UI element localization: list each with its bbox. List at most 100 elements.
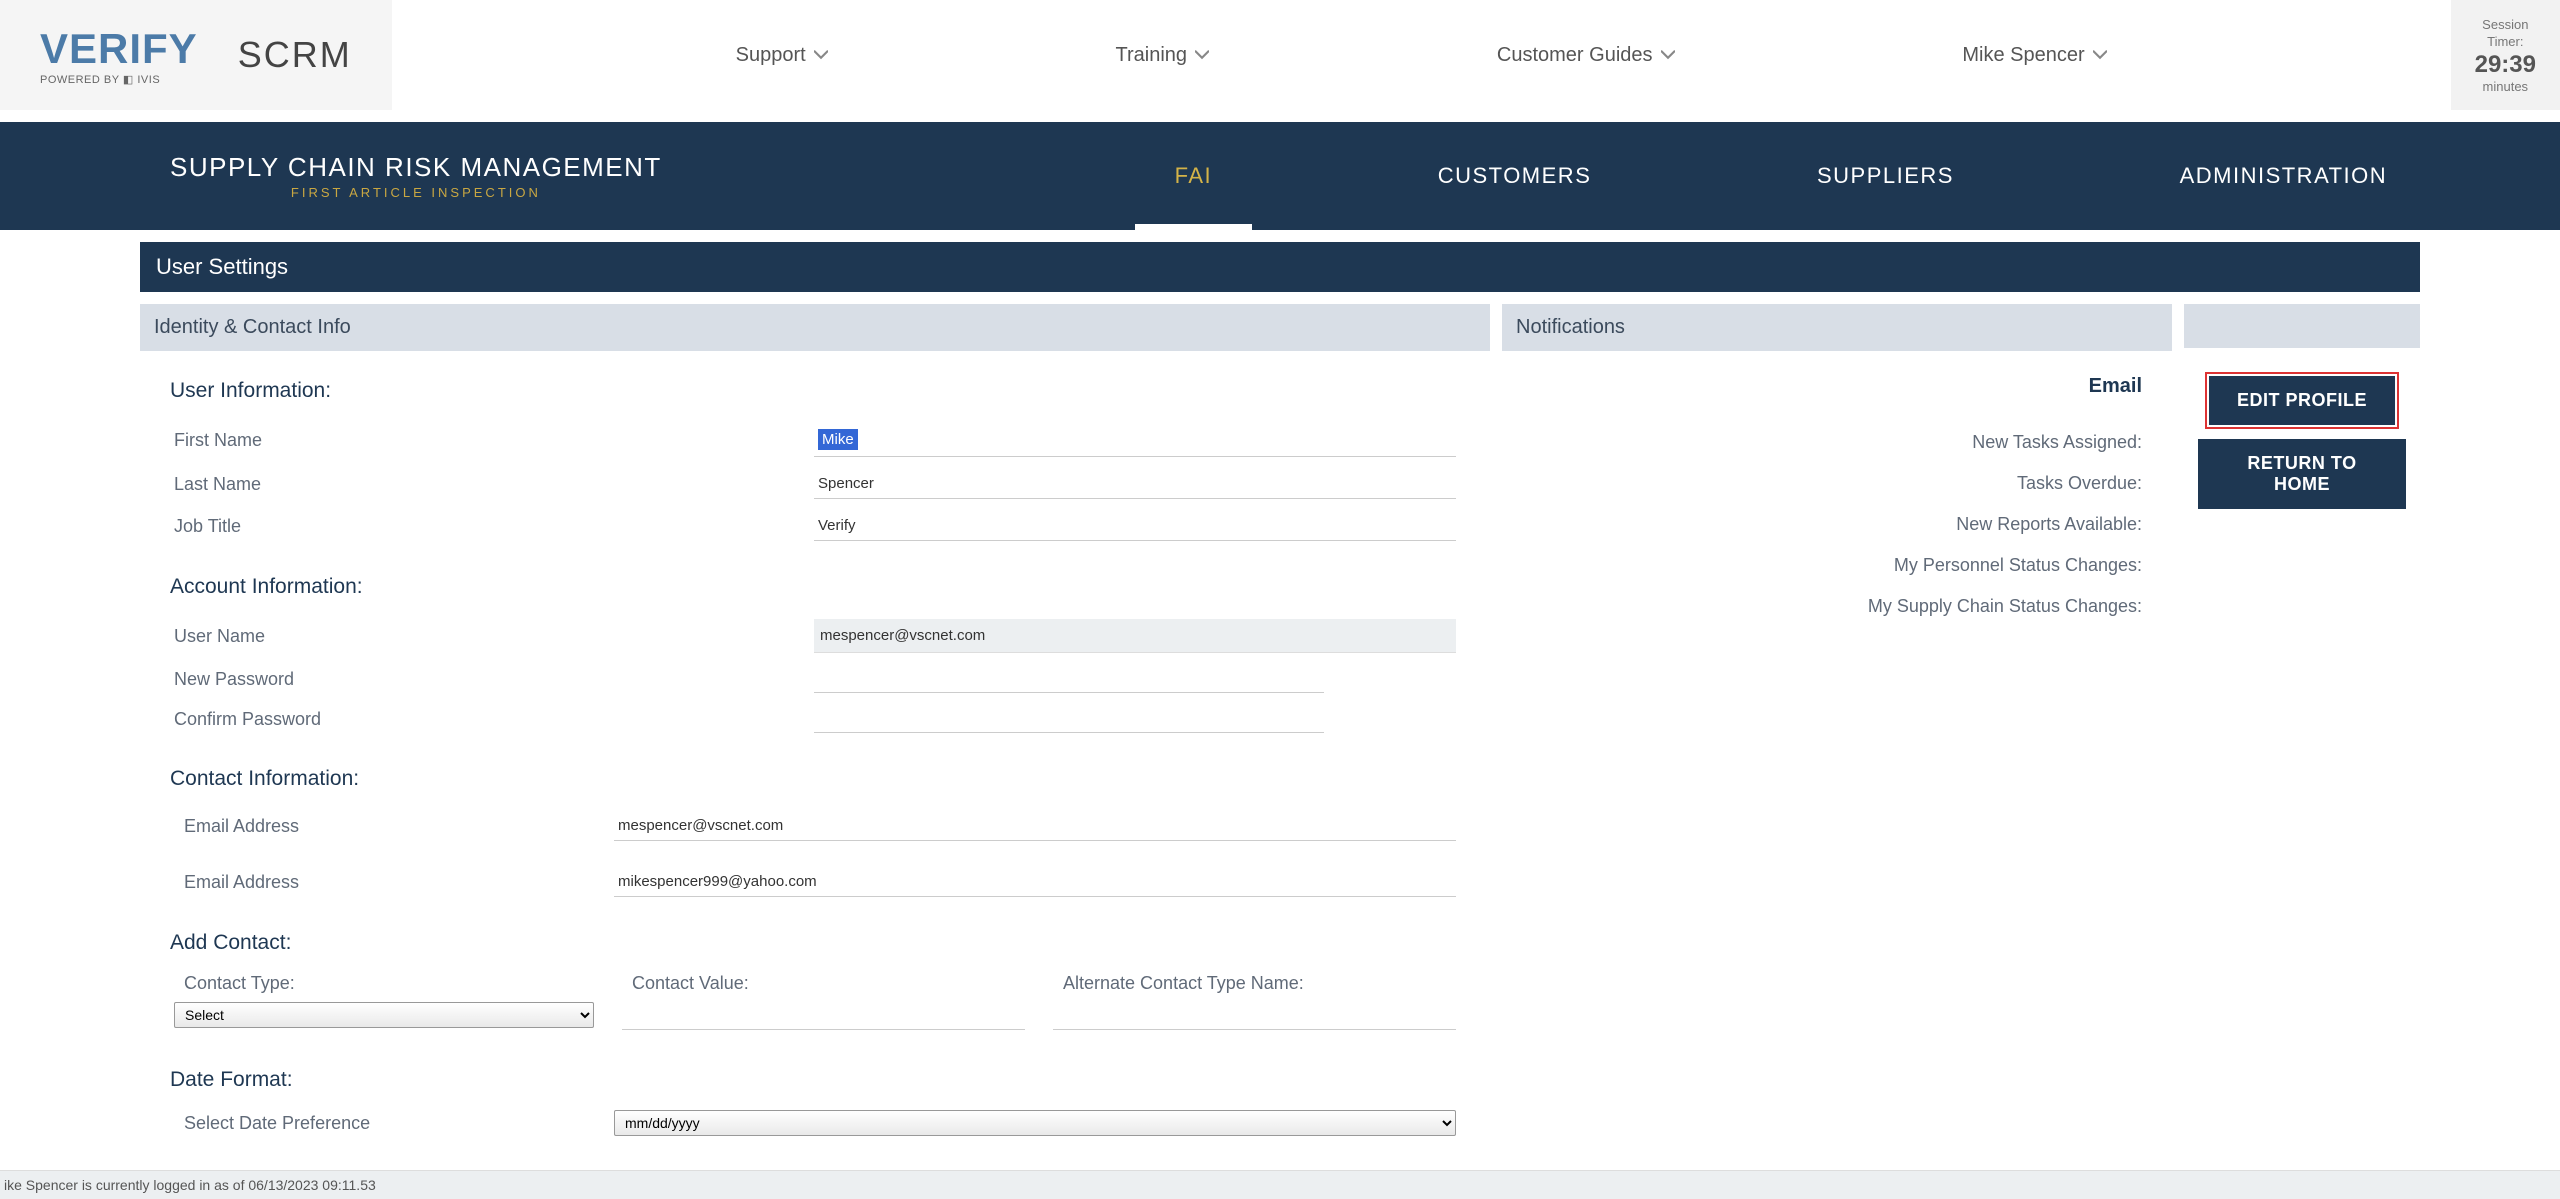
top-header: VERIFY POWERED BY ◧ IVIS SCRM Support Tr… <box>0 0 2560 110</box>
nav-user[interactable]: Mike Spencer <box>1962 44 2106 67</box>
notif-personnel: My Personnel Status Changes: <box>1526 545 2148 586</box>
app-title: SUPPLY CHAIN RISK MANAGEMENT <box>170 152 662 183</box>
username-label: User Name <box>174 626 814 647</box>
email1-label: Email Address <box>174 816 614 837</box>
first-name-value: Mike <box>818 429 858 450</box>
tab-administration-label: ADMINISTRATION <box>2180 163 2388 189</box>
identity-header: Identity & Contact Info <box>140 304 1490 351</box>
contact-type-label: Contact Type: <box>174 973 594 994</box>
email1-field[interactable]: mespencer@vscnet.com <box>614 811 1456 841</box>
page-title: User Settings <box>140 242 2420 292</box>
nav-training[interactable]: Training <box>1116 44 1210 67</box>
last-name-label: Last Name <box>174 474 814 495</box>
session-time: 29:39 <box>2475 51 2536 79</box>
notif-supply: My Supply Chain Status Changes: <box>1526 586 2148 627</box>
username-field: mespencer@vscnet.com <box>814 619 1456 653</box>
blue-nav-items: FAI CUSTOMERS SUPPLIERS ADMINISTRATION <box>1062 122 2500 230</box>
session-label-1: Session <box>2475 17 2536 32</box>
contact-value-field[interactable] <box>622 1002 1025 1030</box>
row-email2: Email Address mikespencer999@yahoo.com <box>140 861 1490 903</box>
last-name-field[interactable]: Spencer <box>814 469 1456 499</box>
add-contact-heading: Add Contact: <box>140 903 1490 969</box>
session-timer: Session Timer: 29:39 minutes <box>2451 0 2560 110</box>
alt-contact-field[interactable] <box>1053 1002 1456 1030</box>
notif-body: Email New Tasks Assigned: Tasks Overdue:… <box>1502 351 2172 651</box>
nav-support-label: Support <box>736 44 806 67</box>
row-last-name: Last Name Spencer <box>140 463 1490 505</box>
row-username: User Name mespencer@vscnet.com <box>140 613 1490 659</box>
date-pref-select[interactable]: mm/dd/yyyy <box>614 1110 1456 1136</box>
action-box: EDIT PROFILE RETURN TO HOME <box>2184 348 2420 537</box>
account-info-heading: Account Information: <box>140 547 1490 613</box>
date-format-heading: Date Format: <box>140 1040 1490 1106</box>
newpass-field[interactable] <box>814 665 1324 693</box>
app-subtitle: FIRST ARTICLE INSPECTION <box>170 185 662 200</box>
edit-profile-button[interactable]: EDIT PROFILE <box>2209 376 2395 425</box>
scrm-text: SCRM <box>238 34 352 76</box>
notif-new-tasks: New Tasks Assigned: <box>1526 422 2148 463</box>
logo-block: VERIFY POWERED BY ◧ IVIS SCRM <box>0 0 392 110</box>
email2-field[interactable]: mikespencer999@yahoo.com <box>614 867 1456 897</box>
tab-suppliers[interactable]: SUPPLIERS <box>1777 122 1994 230</box>
verify-logo-text: VERIFY <box>40 25 198 73</box>
notifications-header: Notifications <box>1502 304 2172 351</box>
email-column-header: Email <box>1526 375 2148 398</box>
job-title-label: Job Title <box>174 516 814 537</box>
session-minutes: minutes <box>2475 79 2536 94</box>
contact-type-col: Contact Type: Select <box>174 973 594 1030</box>
chevron-down-icon <box>814 48 828 62</box>
add-contact-block: Contact Type: Select Contact Value: Alte… <box>140 969 1490 1040</box>
nav-user-label: Mike Spencer <box>1962 44 2084 67</box>
first-name-field[interactable]: Mike <box>814 423 1456 457</box>
email2-label: Email Address <box>174 872 614 893</box>
tab-fai[interactable]: FAI <box>1135 122 1253 230</box>
date-pref-label: Select Date Preference <box>174 1113 614 1134</box>
blue-nav-title: SUPPLY CHAIN RISK MANAGEMENT FIRST ARTIC… <box>170 152 1062 200</box>
contact-value-label: Contact Value: <box>622 973 1025 994</box>
row-first-name: First Name Mike <box>140 417 1490 463</box>
chevron-down-icon <box>1661 48 1675 62</box>
tab-fai-label: FAI <box>1175 163 1213 189</box>
alt-contact-label: Alternate Contact Type Name: <box>1053 973 1456 994</box>
notif-reports: New Reports Available: <box>1526 504 2148 545</box>
return-home-button[interactable]: RETURN TO HOME <box>2198 439 2406 509</box>
col-actions: EDIT PROFILE RETURN TO HOME <box>2184 304 2420 1140</box>
powered-by-text: POWERED BY ◧ IVIS <box>40 73 198 86</box>
verify-logo: VERIFY POWERED BY ◧ IVIS <box>40 25 198 86</box>
nav-support[interactable]: Support <box>736 44 828 67</box>
user-info-heading: User Information: <box>140 351 1490 417</box>
columns: Identity & Contact Info User Information… <box>140 304 2420 1140</box>
content: User Settings Identity & Contact Info Us… <box>0 242 2560 1170</box>
contact-value-col: Contact Value: <box>622 973 1025 1030</box>
notif-overdue: Tasks Overdue: <box>1526 463 2148 504</box>
tab-customers-label: CUSTOMERS <box>1438 163 1592 189</box>
tab-customers[interactable]: CUSTOMERS <box>1398 122 1632 230</box>
session-label-2: Timer: <box>2475 34 2536 49</box>
row-newpass: New Password <box>140 659 1490 699</box>
row-confirmpass: Confirm Password <box>140 699 1490 739</box>
top-nav: Support Training Customer Guides Mike Sp… <box>392 0 2451 110</box>
nav-customer-guides-label: Customer Guides <box>1497 44 1653 67</box>
row-job-title: Job Title Verify <box>140 505 1490 547</box>
alt-contact-col: Alternate Contact Type Name: <box>1053 973 1456 1030</box>
blue-nav: SUPPLY CHAIN RISK MANAGEMENT FIRST ARTIC… <box>0 122 2560 230</box>
job-title-field[interactable]: Verify <box>814 511 1456 541</box>
col-identity: Identity & Contact Info User Information… <box>140 304 1490 1140</box>
chevron-down-icon <box>2093 48 2107 62</box>
first-name-label: First Name <box>174 430 814 451</box>
confirmpass-label: Confirm Password <box>174 709 814 730</box>
newpass-label: New Password <box>174 669 814 690</box>
chevron-down-icon <box>1195 48 1209 62</box>
row-date-pref: Select Date Preference mm/dd/yyyy <box>140 1106 1490 1140</box>
nav-customer-guides[interactable]: Customer Guides <box>1497 44 1675 67</box>
tab-administration[interactable]: ADMINISTRATION <box>2140 122 2428 230</box>
confirmpass-field[interactable] <box>814 705 1324 733</box>
actions-header <box>2184 304 2420 348</box>
tab-suppliers-label: SUPPLIERS <box>1817 163 1954 189</box>
contact-info-heading: Contact Information: <box>140 739 1490 805</box>
row-email1: Email Address mespencer@vscnet.com <box>140 805 1490 847</box>
contact-type-select[interactable]: Select <box>174 1002 594 1028</box>
col-notifications: Notifications Email New Tasks Assigned: … <box>1502 304 2172 1140</box>
nav-training-label: Training <box>1116 44 1188 67</box>
footer-status: ike Spencer is currently logged in as of… <box>0 1170 2560 1199</box>
